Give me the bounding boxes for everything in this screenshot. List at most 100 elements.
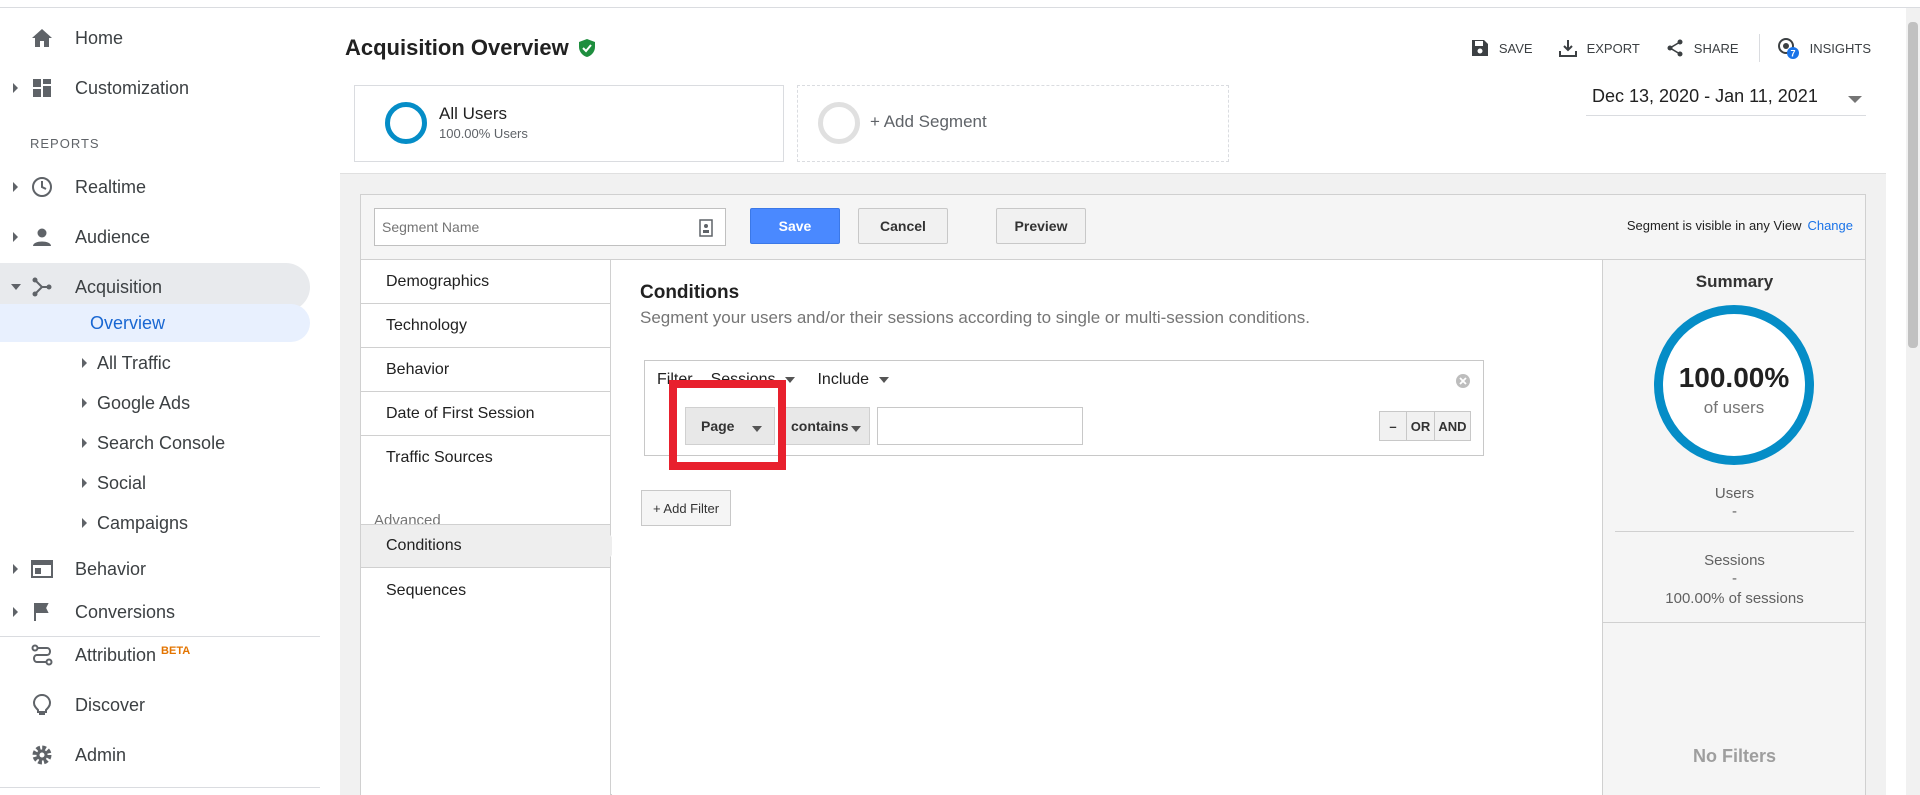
caret-right-icon	[82, 398, 87, 408]
sessions-label: Sessions	[1704, 552, 1765, 569]
export-button[interactable]: EXPORT	[1558, 39, 1640, 57]
download-icon	[1558, 40, 1577, 57]
segment-ring-icon	[385, 102, 427, 144]
segment-all-users[interactable]: All Users 100.00% Users	[354, 85, 784, 162]
editor-toolbar: Save Cancel Preview Segment is visible i…	[361, 195, 1865, 260]
dimension-value: Page	[701, 418, 735, 434]
remove-filter-icon[interactable]	[1455, 373, 1471, 389]
category-date-of-first-session[interactable]: Date of First Session	[361, 392, 610, 436]
sidebar-item-overview[interactable]: Overview	[0, 304, 310, 342]
filter-box: Filter Sessions Include Page contains – …	[644, 360, 1484, 456]
dropdown-arrow-icon	[752, 426, 762, 432]
sidebar-item-behavior[interactable]: Behavior	[0, 545, 310, 593]
sidebar-item-label-wrap: Attribution BETA	[75, 645, 190, 666]
segment-name-input[interactable]	[374, 208, 726, 246]
save-label: SAVE	[1498, 40, 1533, 56]
operator-value: contains	[791, 418, 849, 434]
category-sequences[interactable]: Sequences	[361, 569, 610, 613]
category-technology[interactable]: Technology	[361, 304, 610, 348]
sidebar-item-conversions[interactable]: Conversions	[0, 595, 310, 629]
category-behavior[interactable]: Behavior	[361, 348, 610, 392]
insights-count: 7	[1790, 49, 1795, 59]
add-segment-label: + Add Segment	[870, 112, 987, 131]
sidebar-item-audience[interactable]: Audience	[0, 213, 310, 261]
sidebar-item-social[interactable]: Social	[0, 464, 310, 502]
summary-ring: 100.00% of users	[1654, 305, 1814, 465]
visibility-info: Segment is visible in any View Change	[1627, 218, 1853, 233]
insights-icon: 7	[1777, 38, 1799, 59]
home-icon	[30, 26, 54, 50]
save-segment-button[interactable]: Save	[750, 208, 840, 244]
export-label: EXPORT	[1586, 40, 1640, 56]
cancel-button[interactable]: Cancel	[858, 208, 948, 244]
and-button[interactable]: AND	[1435, 411, 1471, 441]
floppy-disk-icon	[1471, 40, 1488, 56]
main-content: Acquisition Overview SAVE EXPORT SHARE 7…	[340, 8, 1886, 795]
caret-right-icon	[13, 232, 18, 242]
sidebar-item-realtime[interactable]: Realtime	[0, 163, 310, 211]
add-segment-button[interactable]: + Add Segment	[797, 85, 1229, 162]
sidebar-item-home[interactable]: Home	[0, 14, 310, 62]
acquisition-icon	[30, 275, 54, 299]
preview-button[interactable]: Preview	[996, 208, 1086, 244]
sidebar-item-attribution[interactable]: Attribution BETA	[0, 631, 310, 679]
save-report-button[interactable]: SAVE	[1471, 39, 1533, 57]
or-button[interactable]: OR	[1407, 411, 1435, 441]
sidebar-item-all-traffic[interactable]: All Traffic	[0, 344, 310, 382]
category-conditions[interactable]: Conditions	[361, 524, 621, 568]
dimension-dropdown[interactable]: Page	[685, 407, 775, 445]
sidebar-item-discover[interactable]: Discover	[0, 681, 310, 729]
segment-category-list: Demographics Technology Behavior Date of…	[361, 260, 621, 795]
clock-icon	[30, 175, 54, 199]
category-traffic-sources[interactable]: Traffic Sources	[361, 436, 610, 480]
date-range-text: Dec 13, 2020 - Jan 11, 2021	[1592, 86, 1818, 106]
filter-scope-value: Sessions	[710, 371, 776, 388]
filter-scope-dropdown[interactable]: Sessions	[711, 371, 796, 389]
remove-condition-button[interactable]: –	[1379, 411, 1407, 441]
flag-icon	[30, 600, 54, 624]
caret-right-icon	[13, 564, 18, 574]
beta-badge: BETA	[161, 644, 191, 657]
sidebar-item-label: Conversions	[75, 601, 176, 622]
insights-button[interactable]: 7 INSIGHTS	[1776, 36, 1871, 60]
report-header: Acquisition Overview SAVE EXPORT SHARE 7…	[340, 8, 1886, 74]
verified-shield-icon	[578, 39, 595, 57]
summary-divider	[1615, 531, 1854, 532]
filter-mode-dropdown[interactable]: Include	[817, 371, 890, 389]
lightbulb-icon	[30, 693, 54, 717]
sidebar-item-label: Overview	[90, 312, 166, 333]
category-demographics[interactable]: Demographics	[361, 260, 610, 304]
no-filters-text: No Filters	[1692, 746, 1776, 766]
sidebar-item-google-ads[interactable]: Google Ads	[0, 384, 310, 422]
sidebar-item-label: Behavior	[75, 558, 147, 579]
page-scrollbar[interactable]	[1906, 8, 1920, 795]
insights-label: INSIGHTS	[1809, 40, 1871, 56]
visibility-text: Segment is visible in any View	[1626, 218, 1802, 233]
caret-right-icon	[82, 438, 87, 448]
caret-down-icon	[11, 284, 21, 290]
sidebar-item-campaigns[interactable]: Campaigns	[0, 504, 310, 542]
change-visibility-link[interactable]: Change	[1807, 218, 1853, 233]
sidebar-item-customization[interactable]: Customization	[0, 64, 310, 112]
caret-right-icon	[13, 83, 18, 93]
date-range-picker[interactable]: Dec 13, 2020 - Jan 11, 2021	[1586, 86, 1866, 116]
sidebar-item-label: Attribution	[75, 644, 157, 665]
filter-header-row: Filter Sessions Include	[657, 371, 890, 389]
person-icon	[30, 225, 54, 249]
segment-percent: 100.00% Users	[439, 126, 528, 141]
filter-mode-value: Include	[817, 371, 870, 388]
header-actions: SAVE EXPORT SHARE 7 INSIGHTS	[1445, 34, 1871, 62]
sidebar-item-label: Acquisition	[75, 276, 163, 297]
share-button[interactable]: SHARE	[1666, 39, 1739, 57]
scrollbar-thumb[interactable]	[1908, 22, 1918, 348]
action-separator	[1758, 34, 1760, 62]
sidebar-item-search-console[interactable]: Search Console	[0, 424, 310, 462]
sidebar-item-label: Home	[75, 27, 124, 48]
add-filter-button[interactable]: + Add Filter	[641, 490, 731, 526]
share-label: SHARE	[1693, 40, 1739, 56]
summary-panel: Summary 100.00% of users Users - Session…	[1602, 260, 1866, 795]
sidebar-item-admin[interactable]: Admin	[0, 731, 310, 779]
filter-value-input[interactable]	[877, 407, 1083, 445]
operator-dropdown[interactable]: contains	[780, 407, 870, 445]
sidebar: Home Customization REPORTS Realtime Audi…	[0, 8, 320, 795]
